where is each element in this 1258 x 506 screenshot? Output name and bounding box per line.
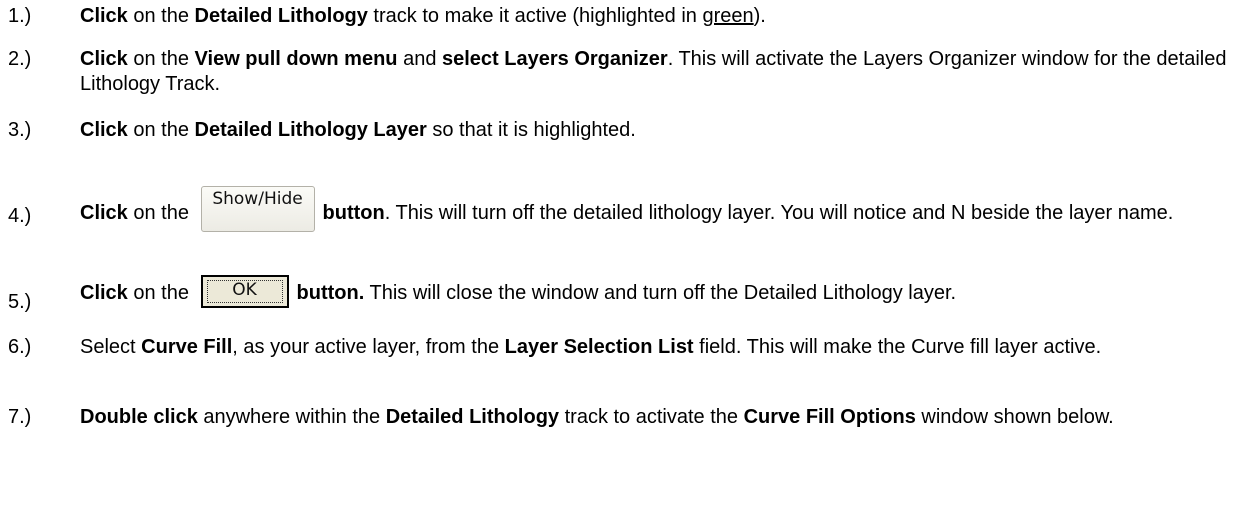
bold-text: Click xyxy=(80,5,128,27)
instruction-document: 1.) Click on the Detailed Lithology trac… xyxy=(0,0,1258,506)
ok-button[interactable]: OK xyxy=(200,275,289,308)
text-run: on the xyxy=(127,119,195,141)
text-run: track to make it active (highlighted in xyxy=(367,5,703,27)
bold-text: Click xyxy=(80,48,128,70)
bold-text: Curve Fill xyxy=(141,336,233,358)
text-run: field. This will make the Curve fill lay… xyxy=(693,336,1102,358)
text-run: track to activate the xyxy=(559,406,744,428)
step-text: Click on the Show/Hide button. This will … xyxy=(80,180,1250,232)
step-text: Click on the View pull down menu and sel… xyxy=(80,47,1250,97)
bold-text: View pull down menu xyxy=(194,48,398,70)
text-run: anywhere within the xyxy=(197,406,386,428)
bold-text: Detailed Lithology xyxy=(385,406,560,428)
text-run: on the xyxy=(127,5,195,27)
bold-text: button xyxy=(322,202,385,224)
step-number: 4.) xyxy=(8,205,32,227)
step-number: 2.) xyxy=(8,48,32,70)
ok-button-label: OK xyxy=(206,280,283,303)
text-run: on the xyxy=(127,48,195,70)
step-text: Click on the Detailed Lithology Layer so… xyxy=(80,118,1250,143)
bold-text: Layer Selection List xyxy=(504,336,694,358)
step-text: Click on the Detailed Lithology track to… xyxy=(80,4,1250,29)
step-text: Click on the OK button. This will close t… xyxy=(80,273,1250,308)
text-run: on the xyxy=(127,282,195,304)
underlined-text: green xyxy=(702,5,754,27)
step-number: 7.) xyxy=(8,406,32,428)
text-run: and xyxy=(397,48,442,70)
text-run: This will close the window and turn off … xyxy=(364,282,957,304)
step-number: 1.) xyxy=(8,5,32,27)
bold-text: Click xyxy=(80,119,128,141)
bold-text: Click xyxy=(80,202,128,224)
step-text: Double click anywhere within the Detaile… xyxy=(80,405,1250,430)
bold-text: Curve Fill Options xyxy=(743,406,916,428)
bold-text: button. xyxy=(296,282,365,304)
bold-text: Detailed Lithology xyxy=(194,5,368,27)
text-run: . This will turn off the detailed lithol… xyxy=(384,202,1174,224)
text-run: on the xyxy=(127,202,195,224)
step-number: 6.) xyxy=(8,336,32,358)
text-run: , as your active layer, from the xyxy=(232,336,505,358)
bold-text: Click xyxy=(80,282,128,304)
text-run: so that it is highlighted. xyxy=(426,119,636,141)
text-run: Select xyxy=(80,336,142,358)
text-run: ). xyxy=(753,5,766,27)
step-number: 3.) xyxy=(8,119,32,141)
bold-text: Detailed Lithology Layer xyxy=(194,119,427,141)
show-hide-button[interactable]: Show/Hide xyxy=(200,186,315,232)
text-run: window shown below. xyxy=(915,406,1114,428)
step-text: Select Curve Fill, as your active layer,… xyxy=(80,335,1250,360)
bold-text: select Layers Organizer xyxy=(442,48,668,70)
step-number: 5.) xyxy=(8,291,32,313)
bold-text: Double click xyxy=(80,406,198,428)
